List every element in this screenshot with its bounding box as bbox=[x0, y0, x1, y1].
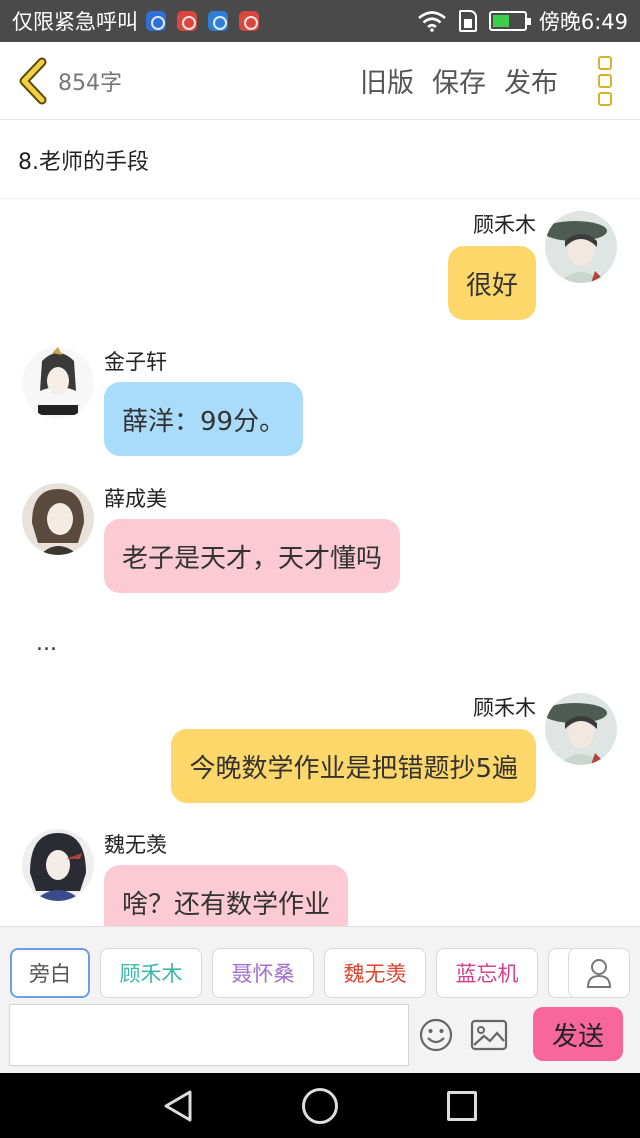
role-wei-wuxian[interactable]: 魏无羡 bbox=[324, 948, 426, 998]
publish-button[interactable]: 发布 bbox=[504, 61, 558, 100]
nav-home-icon[interactable] bbox=[302, 1088, 338, 1124]
word-count: 854字 bbox=[58, 70, 122, 96]
add-role-button[interactable] bbox=[568, 948, 630, 998]
recorder-app-icon bbox=[239, 11, 259, 31]
speaker-name: 顾禾木 bbox=[473, 696, 536, 720]
nav-recents-icon[interactable] bbox=[447, 1091, 477, 1121]
k-app-icon bbox=[146, 11, 166, 31]
emoji-icon[interactable] bbox=[418, 1017, 454, 1053]
avatar-jin-zixuan[interactable] bbox=[22, 347, 94, 419]
send-button[interactable]: 发送 bbox=[533, 1007, 623, 1061]
menu-dot-icon bbox=[598, 55, 612, 70]
gallery-app-icon bbox=[208, 11, 228, 31]
avatar-gu-hemu[interactable] bbox=[545, 211, 617, 283]
system-nav-bar bbox=[0, 1073, 640, 1138]
chat-area[interactable]: 顾禾木 很好 金子轩 薛洋：99分。 薛成美 老子是天才，天才懂吗 ... 顾禾… bbox=[0, 199, 640, 926]
speaker-name: 金子轩 bbox=[104, 350, 167, 374]
chevron-left-icon bbox=[19, 57, 47, 104]
back-button[interactable] bbox=[14, 56, 54, 106]
speaker-name: 顾禾木 bbox=[473, 213, 536, 237]
avatar-gu-hemu[interactable] bbox=[545, 693, 617, 765]
message-bubble[interactable]: 很好 bbox=[447, 246, 536, 320]
image-icon[interactable] bbox=[470, 1019, 508, 1051]
message-bubble[interactable]: 今晚数学作业是把错题抄5遍 bbox=[171, 729, 536, 803]
message-bubble[interactable]: 薛洋：99分。 bbox=[104, 382, 304, 456]
role-gu-hemu[interactable]: 顾禾木 bbox=[100, 948, 202, 998]
speaker-name: 薛成美 bbox=[104, 487, 167, 511]
role-lan-wangji[interactable]: 蓝忘机 bbox=[436, 948, 538, 998]
role-narrator[interactable]: 旁白 bbox=[10, 948, 90, 998]
sim-card-icon bbox=[458, 10, 477, 32]
nav-back-icon[interactable] bbox=[160, 1088, 196, 1124]
editor-header: 854字 旧版 保存 发布 bbox=[0, 42, 640, 120]
person-icon bbox=[586, 959, 612, 988]
battery-charging-icon bbox=[488, 11, 531, 31]
chapter-title[interactable]: 8.老师的手段 bbox=[0, 121, 640, 199]
mail-app-icon bbox=[177, 11, 197, 31]
role-nie-huaisang[interactable]: 聂怀桑 bbox=[212, 948, 314, 998]
carrier-label: 仅限紧急呼叫 bbox=[12, 10, 138, 34]
compose-panel: 旁白 顾禾木 聂怀桑 魏无羡 蓝忘机 发送 bbox=[0, 926, 640, 1073]
narration-text[interactable]: ... bbox=[36, 631, 57, 656]
status-bar: 仅限紧急呼叫 傍晚6:49 bbox=[0, 0, 640, 42]
role-selector: 旁白 顾禾木 聂怀桑 魏无羡 蓝忘机 bbox=[0, 948, 640, 1000]
old-version-button[interactable]: 旧版 bbox=[360, 61, 414, 100]
message-input[interactable] bbox=[9, 1004, 409, 1066]
menu-dot-icon bbox=[598, 91, 612, 106]
speaker-name: 魏无羡 bbox=[104, 833, 167, 857]
menu-dot-icon bbox=[598, 73, 612, 88]
message-bubble[interactable]: 老子是天才，天才懂吗 bbox=[104, 519, 401, 593]
save-button[interactable]: 保存 bbox=[432, 61, 486, 100]
avatar-xue-chengmei[interactable] bbox=[22, 483, 94, 555]
message-bubble[interactable]: 啥？还有数学作业 bbox=[104, 865, 349, 926]
avatar-wei-wuxian[interactable] bbox=[22, 829, 94, 901]
wifi-icon bbox=[417, 11, 446, 32]
more-menu-button[interactable] bbox=[598, 55, 614, 106]
clock: 傍晚6:49 bbox=[538, 10, 628, 34]
